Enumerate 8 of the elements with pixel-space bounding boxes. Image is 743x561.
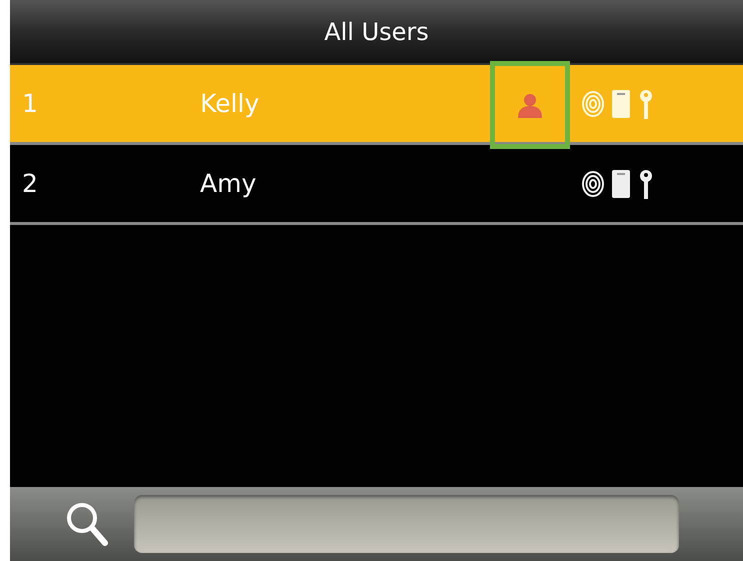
user-name: Kelly [200, 88, 260, 120]
window-title: All Users [10, 0, 743, 65]
user-row[interactable]: 2 Amy [10, 145, 743, 225]
search-field[interactable] [134, 495, 679, 553]
search-icon[interactable] [65, 501, 109, 547]
user-name: Amy [200, 168, 258, 200]
user-number: 1 [21, 88, 39, 120]
user-number: 2 [21, 168, 39, 200]
